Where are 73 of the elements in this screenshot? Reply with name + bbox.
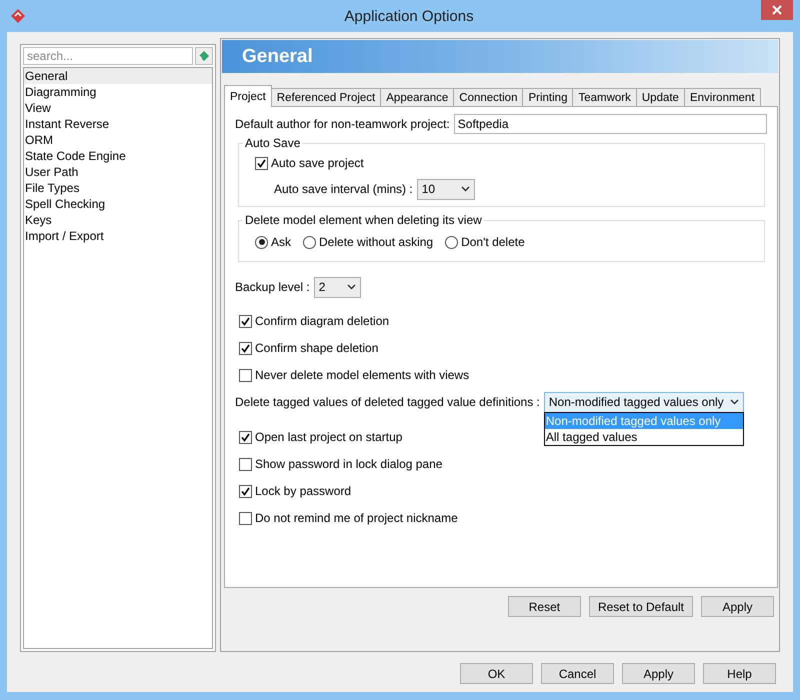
checkbox[interactable] [239, 458, 252, 470]
window-title: Application Options [344, 8, 474, 24]
checkbox[interactable] [239, 430, 252, 444]
dialog-button[interactable]: Apply [622, 663, 695, 684]
header-title: General [242, 46, 313, 68]
field-label: Backup level : [235, 280, 310, 294]
tab[interactable]: Project [224, 85, 272, 107]
app-logo-icon [11, 9, 25, 23]
checkmark-icon [241, 316, 250, 326]
tab[interactable]: Connection [453, 88, 524, 107]
radio-button[interactable] [445, 236, 458, 248]
sidebar-item[interactable]: Keys [24, 212, 212, 228]
checkbox[interactable] [239, 484, 252, 498]
tab[interactable]: Environment [684, 88, 761, 107]
dialog-button[interactable]: Help [703, 663, 776, 684]
checkbox[interactable] [239, 368, 252, 382]
checkbox[interactable] [239, 314, 252, 328]
radio-button[interactable] [303, 236, 316, 248]
interval-dropdown[interactable]: 10 [416, 178, 475, 200]
author-field[interactable]: Softpedia [454, 114, 767, 134]
checkmark-icon [241, 432, 250, 442]
checkbox-label: Confirm shape deletion [255, 341, 378, 355]
checkmark-icon [241, 486, 250, 496]
radio-button[interactable] [255, 236, 268, 248]
tab[interactable]: Appearance [380, 88, 454, 107]
sidebar-item[interactable]: State Code Engine [24, 148, 212, 164]
close-button[interactable] [761, 0, 793, 20]
tab[interactable]: Update [636, 88, 685, 107]
dialog-button[interactable]: OK [460, 663, 533, 684]
checkbox-label: Auto save project [271, 156, 364, 170]
sidebar-item[interactable]: View [24, 100, 212, 116]
panel-button[interactable]: Reset [508, 596, 581, 617]
search-field[interactable]: search... [23, 47, 194, 65]
tab[interactable]: Referenced Project [270, 88, 382, 107]
panel-button[interactable]: Apply [701, 596, 774, 617]
sidebar-item[interactable]: General [24, 68, 212, 84]
checkbox-label: Lock by password [255, 484, 352, 498]
group-title: Delete model element when deleting its view [243, 213, 484, 227]
radio-label: Don't delete [461, 235, 525, 249]
panel-button[interactable]: Reset to Default [588, 596, 693, 617]
checkbox[interactable] [239, 342, 252, 354]
tab[interactable]: Teamwork [572, 88, 637, 107]
field-label: Auto save interval (mins) : [274, 182, 413, 196]
backup-dropdown[interactable]: 2 [314, 276, 361, 298]
checkmark-icon [241, 344, 250, 352]
checkbox-label: Never delete model elements with views [255, 368, 470, 382]
dialog-button[interactable]: Cancel [541, 663, 614, 684]
search-button[interactable] [195, 47, 213, 65]
caret-icon [460, 186, 470, 192]
sidebar-item[interactable]: Diagramming [24, 84, 212, 100]
caret-icon [730, 399, 739, 405]
sidebar-item[interactable]: Instant Reverse [24, 116, 212, 132]
checkbox-label: Open last project on startup [255, 430, 402, 444]
sidebar-item[interactable]: User Path [24, 164, 212, 180]
sidebar-item[interactable]: Spell Checking [24, 196, 212, 212]
field-label: Delete tagged values of deleted tagged value definitions : [235, 395, 540, 409]
sidebar-item[interactable]: Import / Export [24, 228, 212, 244]
caret-icon [346, 284, 356, 290]
checkbox-label: Do not remind me of project nickname [255, 511, 458, 525]
sidebar-item[interactable]: ORM [24, 132, 212, 148]
radio-label: Delete without asking [319, 235, 434, 249]
close-icon [772, 5, 782, 15]
checkbox-label: Show password in lock dialog pane [255, 457, 442, 471]
checkbox-label: Confirm diagram deletion [255, 314, 390, 328]
checkmark-icon [257, 158, 266, 168]
dropdown[interactable]: Non-modified tagged values only [544, 392, 744, 412]
radio-label: Ask [271, 235, 292, 249]
field-label: Default author for non-teamwork project: [235, 117, 450, 131]
checkbox[interactable] [239, 512, 252, 524]
group-title: Auto Save [243, 136, 302, 150]
sidebar-item[interactable]: File Types [24, 180, 212, 196]
checkbox[interactable] [255, 156, 268, 170]
tab[interactable]: Printing [522, 88, 574, 107]
